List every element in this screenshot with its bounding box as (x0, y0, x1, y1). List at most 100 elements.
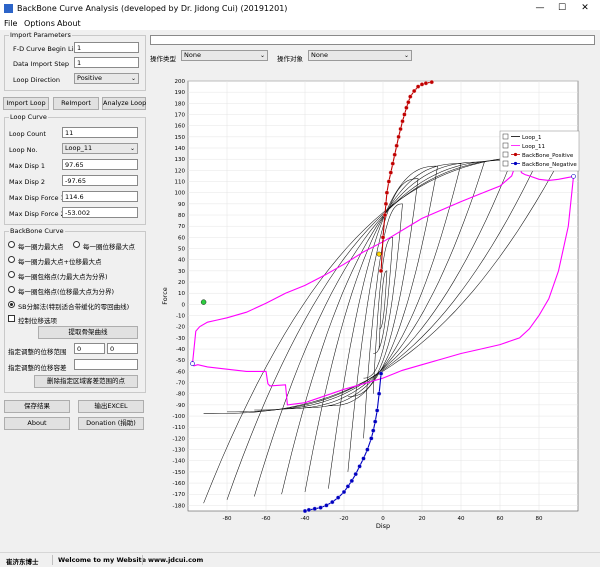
y-tick-label: -160 (173, 481, 186, 487)
data-point[interactable] (302, 508, 308, 514)
menu-about[interactable]: About (57, 19, 81, 28)
max-force2-input[interactable]: -53.002 (62, 207, 138, 218)
data-point[interactable] (380, 235, 386, 240)
data-point[interactable] (341, 489, 347, 495)
data-point[interactable] (335, 495, 341, 500)
delete-points-button[interactable]: 删除指定区域客差范围的点 (34, 375, 138, 388)
data-point[interactable] (406, 100, 411, 105)
range-label: 指定调整的位移范围 (8, 348, 67, 356)
data-point[interactable] (394, 143, 399, 148)
data-point[interactable] (306, 507, 312, 513)
legend-loop1-checkbox[interactable] (502, 133, 509, 140)
menu-file[interactable]: File (4, 19, 17, 28)
data-point[interactable] (412, 88, 417, 94)
range-to-input[interactable]: 0 (107, 343, 138, 354)
data-point[interactable] (353, 471, 358, 477)
data-point[interactable] (386, 179, 392, 184)
data-point[interactable] (408, 94, 413, 99)
legend-positive-checkbox[interactable] (502, 151, 509, 158)
y-tick-label: 180 (175, 101, 186, 107)
save-results-button[interactable]: 保存结果 (4, 400, 70, 413)
x-tick-label: 40 (458, 516, 465, 522)
path-input[interactable] (150, 35, 595, 45)
loop-count-input[interactable]: 11 (62, 127, 138, 138)
data-point[interactable] (384, 190, 390, 195)
data-point[interactable] (396, 134, 401, 139)
fd-begin-input[interactable]: 1 (74, 42, 139, 53)
data-point[interactable] (388, 170, 393, 175)
menu-options[interactable]: Options (24, 19, 55, 28)
opt1-radio[interactable] (8, 241, 15, 248)
reimport-button[interactable]: ReImport (53, 97, 99, 110)
opt5-label: 每一圈包络点(位移最大点为分界) (18, 288, 115, 296)
close-icon[interactable]: ✕ (575, 2, 595, 15)
max-disp1-input[interactable]: 97.65 (62, 159, 138, 170)
data-point[interactable] (415, 84, 421, 89)
data-point[interactable] (378, 268, 384, 274)
opt1-label: 每一圈力最大点 (18, 243, 64, 251)
data-point[interactable] (383, 201, 389, 207)
import-step-input[interactable]: 1 (74, 57, 139, 68)
data-point[interactable] (423, 81, 429, 86)
control-disp-checkbox[interactable] (8, 315, 15, 322)
legend[interactable]: Loop_1 Loop_11 BackBone_Positive BackBon… (499, 130, 580, 172)
minimize-icon[interactable]: — (530, 2, 550, 15)
y-tick-label: 20 (178, 280, 185, 286)
data-point[interactable] (378, 371, 384, 376)
data-point[interactable] (376, 391, 382, 396)
data-point[interactable] (318, 505, 323, 510)
data-point[interactable] (404, 105, 409, 110)
export-excel-button[interactable]: 输出EXCEL (78, 400, 144, 413)
data-point[interactable] (419, 82, 425, 87)
data-point[interactable] (349, 478, 354, 483)
data-point[interactable] (382, 212, 388, 218)
import-loop-button[interactable]: Import Loop (3, 97, 49, 110)
status-website[interactable]: www.jdcui.com (148, 556, 203, 564)
start-point-marker[interactable] (200, 299, 207, 305)
analyze-loop-button[interactable]: Analyze Loop (102, 97, 146, 110)
data-point[interactable] (365, 447, 370, 452)
maximize-icon[interactable]: ☐ (552, 2, 572, 15)
op-object-select[interactable]: None ⌄ (308, 50, 412, 61)
data-point[interactable] (374, 408, 380, 413)
x-tick-label: -80 (223, 516, 232, 522)
opt5-radio[interactable] (8, 286, 15, 293)
opt6-radio[interactable] (8, 301, 15, 308)
hysteresis-chart[interactable]: 2001901801701601501401301201101009080706… (150, 63, 596, 531)
max-disp2-marker[interactable] (190, 361, 195, 366)
data-point[interactable] (398, 126, 403, 132)
opt4-radio[interactable] (8, 271, 15, 278)
data-point[interactable] (324, 503, 329, 508)
data-point[interactable] (373, 419, 378, 424)
data-point[interactable] (400, 119, 405, 124)
tolerance-input[interactable] (74, 359, 138, 370)
opt3-radio[interactable] (8, 256, 15, 263)
data-point[interactable] (369, 436, 374, 441)
max-force1-input[interactable]: 114.6 (62, 191, 138, 202)
legend-negative-checkbox[interactable] (502, 160, 509, 167)
data-point[interactable] (312, 506, 317, 511)
data-point[interactable] (330, 499, 335, 505)
max-disp1-marker[interactable] (571, 174, 576, 179)
data-point[interactable] (390, 161, 395, 166)
legend-loop1-label: Loop_1 (522, 135, 541, 141)
opt2-radio[interactable] (73, 241, 80, 248)
origin-marker[interactable] (376, 251, 382, 257)
legend-loop11-checkbox[interactable] (502, 142, 509, 149)
loop-direction-select[interactable]: Positive ⌄ (74, 73, 139, 84)
loop-no-select[interactable]: Loop_11 ⌄ (62, 143, 138, 154)
max-disp2-input[interactable]: -97.65 (62, 175, 138, 186)
data-point[interactable] (361, 456, 366, 461)
donation-button[interactable]: Donation (捐助) (78, 417, 144, 430)
op-type-value: None (184, 51, 201, 59)
data-point[interactable] (402, 112, 407, 117)
op-type-select[interactable]: None ⌄ (181, 50, 268, 61)
data-point[interactable] (429, 79, 434, 85)
range-from-input[interactable]: 0 (74, 343, 105, 354)
data-point[interactable] (371, 428, 376, 433)
about-button[interactable]: About (4, 417, 70, 430)
data-point[interactable] (345, 484, 351, 489)
extract-backbone-button[interactable]: 提取骨架曲线 (38, 326, 138, 339)
data-point[interactable] (392, 152, 397, 157)
data-point[interactable] (357, 464, 362, 469)
